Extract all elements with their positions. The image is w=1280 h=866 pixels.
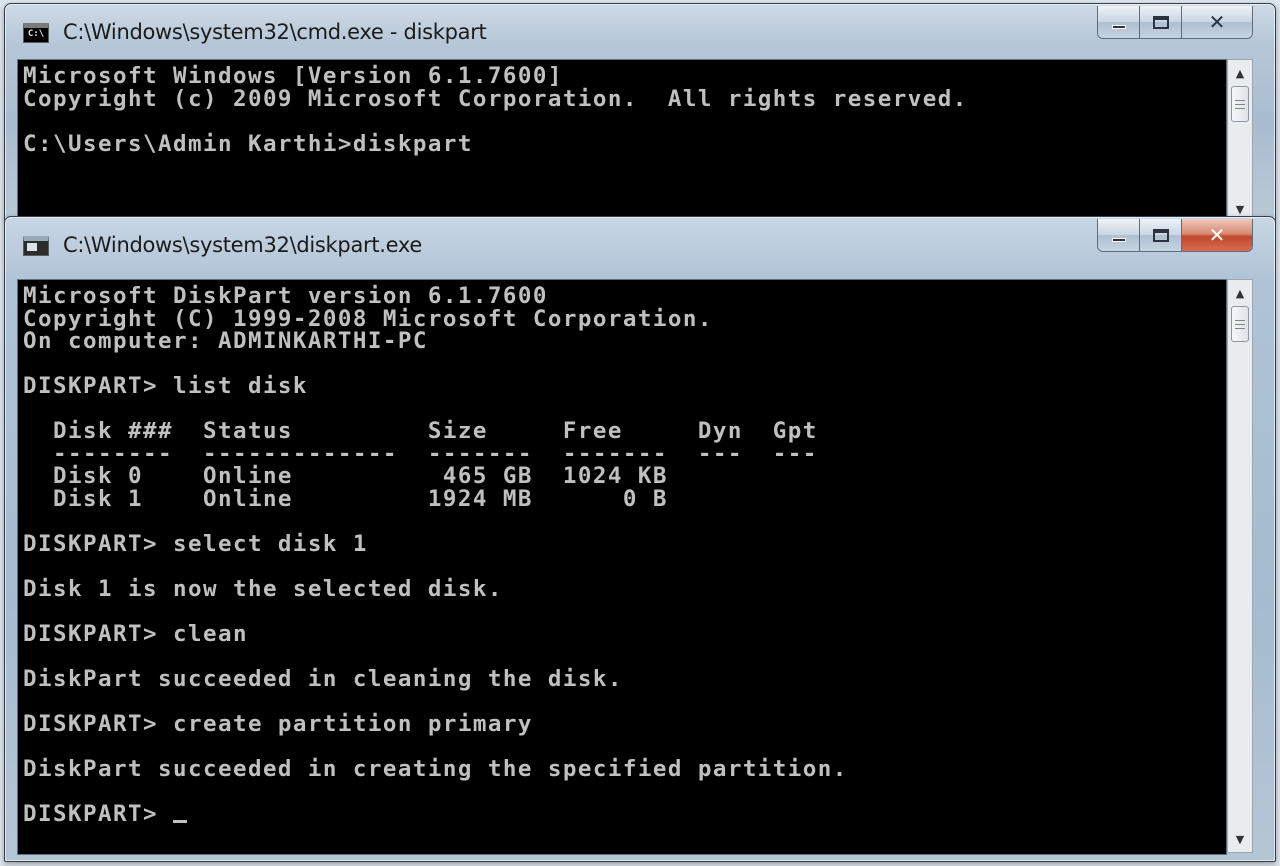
- cmd-caption-buttons: ✕: [1097, 6, 1253, 39]
- diskpart-scrollbar[interactable]: ▲ ▼: [1227, 279, 1253, 853]
- console-line: Disk 1 is now the selected disk.: [23, 575, 503, 602]
- diskpart-caption-buttons: ✕: [1097, 219, 1253, 252]
- close-icon: ✕: [1208, 10, 1226, 34]
- cmd-console-text: Microsoft Windows [Version 6.1.7600] Cop…: [18, 60, 1226, 155]
- cmd-window[interactable]: C:\ C:\Windows\system32\cmd.exe - diskpa…: [4, 3, 1276, 225]
- minimize-icon: [1111, 238, 1126, 242]
- minimize-icon: [1111, 25, 1126, 29]
- cmd-titlebar[interactable]: C:\ C:\Windows\system32\cmd.exe - diskpa…: [5, 4, 1275, 56]
- diskpart-console-output[interactable]: Microsoft DiskPart version 6.1.7600 Copy…: [17, 279, 1227, 855]
- close-icon: ✕: [1208, 223, 1226, 247]
- console-line: C:\Users\Admin Karthi>diskpart: [23, 130, 473, 157]
- diskpart-maximize-button[interactable]: [1140, 219, 1182, 251]
- diskpart-titlebar[interactable]: C:\Windows\system32\diskpart.exe ✕: [5, 217, 1275, 269]
- cmd-scrollbar[interactable]: ▲ ▼: [1227, 59, 1253, 223]
- console-window-icon: [23, 236, 49, 256]
- maximize-icon: [1152, 228, 1169, 242]
- console-line: On computer: ADMINKARTHI-PC: [23, 328, 428, 354]
- scroll-up-arrow-icon[interactable]: ▲: [1228, 280, 1252, 306]
- console-line: DISKPART> select disk 1: [23, 530, 368, 557]
- cmd-minimize-button[interactable]: [1098, 6, 1140, 38]
- scroll-up-arrow-icon[interactable]: ▲: [1228, 60, 1252, 86]
- cmd-close-button[interactable]: ✕: [1182, 6, 1252, 38]
- maximize-icon: [1152, 15, 1169, 29]
- console-line: DiskPart succeeded in cleaning the disk.: [23, 665, 623, 692]
- console-line: DISKPART> list disk: [23, 373, 308, 399]
- cmd-maximize-button[interactable]: [1140, 6, 1182, 38]
- console-line: DISKPART> create partition primary: [23, 710, 533, 737]
- console-line: DISKPART> clean: [23, 620, 248, 647]
- diskpart-window-title: C:\Windows\system32\diskpart.exe: [63, 233, 423, 257]
- cmd-icon: C:\: [23, 23, 49, 43]
- cmd-scrollbar-thumb[interactable]: [1231, 86, 1249, 122]
- diskpart-close-button[interactable]: ✕: [1182, 219, 1252, 251]
- console-line: Disk 1 Online 1924 MB 0 B: [23, 485, 668, 512]
- diskpart-scrollbar-thumb[interactable]: [1231, 306, 1249, 342]
- cmd-window-title: C:\Windows\system32\cmd.exe - diskpart: [63, 20, 487, 44]
- diskpart-minimize-button[interactable]: [1098, 219, 1140, 251]
- console-prompt[interactable]: DISKPART>: [23, 801, 173, 827]
- console-line: Copyright (c) 2009 Microsoft Corporation…: [23, 85, 968, 112]
- diskpart-window[interactable]: C:\Windows\system32\diskpart.exe ✕ Micro…: [4, 216, 1276, 862]
- text-cursor: [172, 819, 187, 823]
- scroll-down-arrow-icon[interactable]: ▼: [1228, 826, 1252, 852]
- cmd-console-output[interactable]: Microsoft Windows [Version 6.1.7600] Cop…: [17, 59, 1227, 225]
- console-line: DiskPart succeeded in creating the speci…: [23, 755, 848, 782]
- diskpart-console-text: Microsoft DiskPart version 6.1.7600 Copy…: [18, 280, 1226, 825]
